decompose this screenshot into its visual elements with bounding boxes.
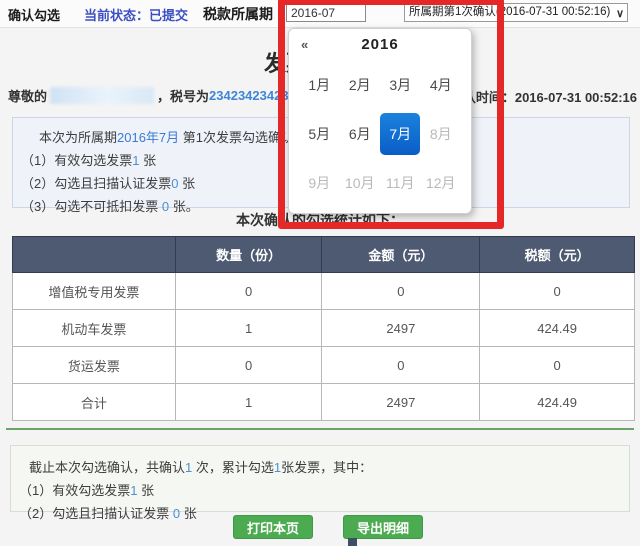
cumulative-item-1: （1）有效勾选发票1 张 xyxy=(19,483,155,498)
chevron-down-icon: ∨ xyxy=(615,6,624,21)
export-detail-button[interactable]: 导出明细 xyxy=(343,515,423,539)
month-cell-sep[interactable]: 9月 xyxy=(299,158,340,207)
month-cell-dec[interactable]: 12月 xyxy=(421,158,462,207)
greeting-line: 尊敬的 ，税号为 23423423423 xyxy=(8,86,289,105)
confirmation-select-value: 所属期第1次确认(2016-07-31 00:52:16) xyxy=(409,6,611,18)
menu-confirm-check[interactable]: 确认勾选 xyxy=(8,5,60,24)
tax-number: 23423423423 xyxy=(209,88,289,103)
table-row: 机动车发票 1 2497 424.49 xyxy=(12,309,635,347)
cumulative-summary-box: 截止本次勾选确认，共确认1 次，累计勾选1张发票，其中： （1）有效勾选发票1 … xyxy=(10,445,630,521)
selected-month-highlight: 7月 xyxy=(380,112,421,155)
redacted-company-name xyxy=(50,87,155,104)
month-cell-oct[interactable]: 10月 xyxy=(340,158,381,207)
table-header-row: 数量（份） 金额（元） 税额（元） xyxy=(12,236,635,273)
cumulative-item-2: （2）勾选且扫描认证发票 0 张 xyxy=(19,506,197,521)
print-page-button[interactable]: 打印本页 xyxy=(233,515,313,539)
col-header-amount: 金额（元） xyxy=(321,236,481,273)
tax-period-label: 税款所属期 xyxy=(203,6,273,22)
greeting-middle: ，税号为 xyxy=(157,89,210,104)
table-row: 增值税专用发票 0 0 0 xyxy=(12,272,635,310)
month-cell-may[interactable]: 5月 xyxy=(299,110,340,159)
current-status-text: 当前状态：已提交 xyxy=(84,8,189,23)
month-cell-jan[interactable]: 1月 xyxy=(299,61,340,110)
month-cell-nov[interactable]: 11月 xyxy=(380,158,421,207)
summary-line1-period: 2016年7月 xyxy=(117,130,180,145)
month-cell-jun[interactable]: 6月 xyxy=(340,110,381,159)
month-cell-jul-selected[interactable]: 7月 xyxy=(380,110,421,159)
cumulative-line-1: 截止本次勾选确认，共确认1 次，累计勾选1张发票，其中： xyxy=(29,460,373,475)
month-cell-feb[interactable]: 2月 xyxy=(340,61,381,110)
col-header-type xyxy=(12,236,176,273)
green-divider xyxy=(6,428,634,430)
confirm-time-text: 确认时间：2016-07-31 00:52:16 xyxy=(449,90,637,105)
tax-period-input[interactable] xyxy=(286,3,366,22)
confirmation-select[interactable]: 所属期第1次确认(2016-07-31 00:52:16) ∨ xyxy=(404,3,628,22)
table-row: 货运发票 0 0 0 xyxy=(12,346,635,384)
calendar-year: 2016 xyxy=(361,36,399,53)
col-header-tax: 税额（元） xyxy=(479,236,635,273)
table-row-total: 合计 1 2497 424.49 xyxy=(12,383,635,421)
invoice-stats-table: 数量（份） 金额（元） 税额（元） 增值税专用发票 0 0 0 机动车发票 1 … xyxy=(12,236,635,421)
month-cell-mar[interactable]: 3月 xyxy=(380,61,421,110)
summary-line1-prefix: 本次为所属期 xyxy=(39,130,118,145)
greeting-prefix: 尊敬的 xyxy=(8,89,48,104)
top-toolbar: 确认勾选 当前状态：已提交 税款所属期 所属期第1次确认(2016-07-31 … xyxy=(0,0,640,28)
col-header-count: 数量（份） xyxy=(174,236,323,273)
invoice-confirm-page: 确认勾选 当前状态：已提交 税款所属期 所属期第1次确认(2016-07-31 … xyxy=(0,0,640,546)
cursor-artifact xyxy=(348,538,357,546)
month-picker-popup: « 2016 1月 2月 3月 4月 5月 6月 7月 8月 9月 10月 11… xyxy=(288,28,472,214)
month-grid: 1月 2月 3月 4月 5月 6月 7月 8月 9月 10月 11月 12月 xyxy=(299,61,461,207)
month-cell-apr[interactable]: 4月 xyxy=(421,61,462,110)
month-cell-aug[interactable]: 8月 xyxy=(421,110,462,159)
